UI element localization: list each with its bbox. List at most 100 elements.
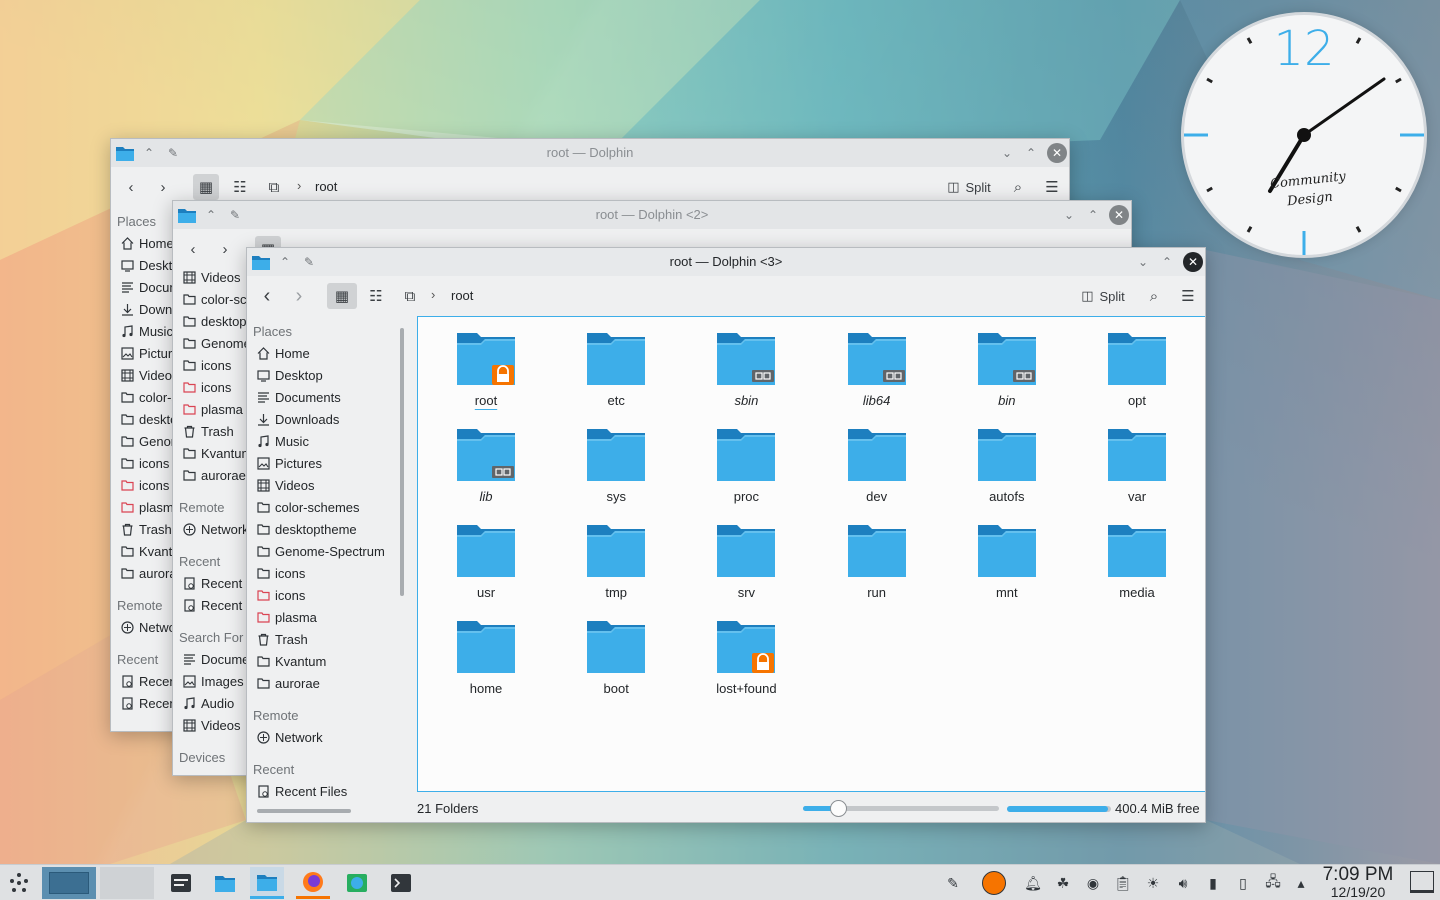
folder-item[interactable]: srv	[681, 523, 811, 600]
clipboard-icon[interactable]: 📋︎	[1114, 874, 1132, 892]
titlebar[interactable]: ⌃ ✎ root — Dolphin <2> ⌄ ⌃ ✕	[173, 201, 1131, 229]
notifications-icon[interactable]: 🔔︎	[1024, 874, 1042, 892]
zoom-slider-handle[interactable]	[830, 800, 848, 817]
back-button[interactable]: ‹	[119, 174, 143, 200]
minimize-button[interactable]: ⌄	[1059, 205, 1079, 225]
kde-connect-icon[interactable]: ☘	[1054, 874, 1072, 892]
folder-item[interactable]: media	[1072, 523, 1202, 600]
dolphin-task-icon[interactable]	[210, 867, 240, 899]
sidebar-item[interactable]: icons	[247, 563, 393, 585]
compact-view-button[interactable]: ☷	[361, 283, 391, 309]
close-button[interactable]: ✕	[1109, 205, 1129, 225]
sidebar-item[interactable]: plasma	[173, 399, 247, 421]
sidebar-item[interactable]: Trash	[247, 629, 393, 651]
show-desktop-button[interactable]	[1410, 871, 1434, 893]
sidebar-item[interactable]: Videos	[173, 267, 247, 289]
folder-item[interactable]: lib64	[812, 331, 942, 408]
sidebar-item[interactable]: Pictures	[247, 453, 393, 475]
dolphin-window-3[interactable]: ⌃ ✎ root — Dolphin <3> ⌄ ⌃ ✕ ‹ › ▦ ☷ ⧉ ›…	[246, 247, 1206, 823]
sidebar-item[interactable]: Images	[173, 671, 247, 693]
system-settings-task-icon[interactable]	[166, 867, 196, 899]
sidebar-item[interactable]: Genome-Spectrum	[247, 541, 393, 563]
maximize-button[interactable]: ⌃	[1021, 143, 1041, 163]
sidebar-item[interactable]: Home	[247, 343, 393, 365]
folder-item[interactable]: proc	[681, 427, 811, 504]
titlebar[interactable]: ⌃ ✎ root — Dolphin ⌄ ⌃ ✕	[111, 139, 1069, 167]
close-button[interactable]: ✕	[1183, 252, 1203, 272]
folder-item[interactable]: dev	[812, 427, 942, 504]
maximize-button[interactable]: ⌃	[1083, 205, 1103, 225]
sidebar-item[interactable]: icons	[247, 585, 393, 607]
volume-icon[interactable]: 🔊︎	[1174, 874, 1192, 892]
folder-item[interactable]: boot	[551, 619, 681, 696]
maximize-button[interactable]: ⌃	[1157, 252, 1177, 272]
folder-item[interactable]: etc	[551, 331, 681, 408]
titlebar[interactable]: ⌃ ✎ root — Dolphin <3> ⌄ ⌃ ✕	[247, 248, 1205, 276]
device-icon[interactable]: ▯	[1234, 874, 1252, 892]
color-swatch-icon[interactable]	[982, 871, 1006, 895]
icons-view-button[interactable]: ▦	[193, 174, 219, 200]
sidebar-item[interactable]: Recent Locations	[173, 595, 247, 617]
sidebar-item[interactable]: icons	[173, 377, 247, 399]
breadcrumb[interactable]: root	[315, 179, 337, 194]
folder-item[interactable]: bin	[942, 331, 1072, 408]
pager-desktop-1[interactable]	[42, 867, 96, 899]
sidebar-item[interactable]: Videos	[173, 715, 247, 737]
sidebar-item[interactable]: plasma	[247, 607, 393, 629]
sidebar-item[interactable]: Network	[173, 519, 247, 541]
split-button[interactable]: ◫ Split	[939, 174, 999, 200]
forward-button[interactable]: ›	[151, 174, 175, 200]
sidebar-item[interactable]: desktoptheme	[173, 311, 247, 333]
folder-item[interactable]: opt	[1072, 331, 1202, 408]
folder-view[interactable]: root etc sbin lib64 bin opt lib sys proc…	[417, 316, 1205, 792]
folder-item[interactable]: home	[421, 619, 551, 696]
folder-item[interactable]: sbin	[681, 331, 811, 408]
sidebar-item[interactable]: Trash	[173, 421, 247, 443]
close-button[interactable]: ✕	[1047, 143, 1067, 163]
sidebar-item[interactable]: Documents	[247, 387, 393, 409]
sidebar-item[interactable]: color-schemes	[173, 289, 247, 311]
network-tray-icon[interactable]: 🖧︎	[1264, 873, 1282, 892]
back-button[interactable]: ‹	[255, 283, 279, 309]
system-info-task-icon[interactable]	[342, 867, 372, 899]
firefox-task-icon[interactable]	[296, 867, 330, 899]
sidebar-item[interactable]: Recent Files	[247, 781, 393, 799]
sidebar-item[interactable]: Audio	[173, 693, 247, 715]
sidebar-item[interactable]: aurorae	[247, 673, 393, 695]
folder-item[interactable]: root	[421, 331, 551, 408]
sidebar-hscrollbar[interactable]	[257, 809, 351, 813]
menu-button[interactable]: ☰	[1039, 174, 1065, 200]
sidebar-item[interactable]: Downloads	[247, 409, 393, 431]
folder-item[interactable]: autofs	[942, 427, 1072, 504]
minimize-button[interactable]: ⌄	[1133, 252, 1153, 272]
folder-item[interactable]: var	[1072, 427, 1202, 504]
dolphin-active-task-icon[interactable]	[250, 867, 284, 899]
sidebar-item[interactable]: Recent Files	[173, 573, 247, 595]
sidebar-item[interactable]: Music	[247, 431, 393, 453]
analog-clock-widget[interactable]: 12 Community Design	[1181, 12, 1427, 258]
folder-item[interactable]: sys	[551, 427, 681, 504]
terminal-task-icon[interactable]	[386, 867, 416, 899]
folder-item[interactable]: usr	[421, 523, 551, 600]
icons-view-button[interactable]: ▦	[327, 283, 357, 309]
pager-desktop-2[interactable]	[100, 867, 154, 899]
search-button[interactable]: ⌕	[1005, 174, 1031, 200]
tray-expand-chevron-icon[interactable]: ▴	[1292, 874, 1310, 892]
color-picker-icon[interactable]: ✎	[944, 874, 962, 892]
folder-item[interactable]: lib	[421, 427, 551, 504]
night-color-icon[interactable]: ☀	[1144, 874, 1162, 892]
sidebar-item[interactable]: Documents	[173, 649, 247, 671]
folder-item[interactable]: mnt	[942, 523, 1072, 600]
sidebar-item[interactable]: Kvantum	[173, 443, 247, 465]
details-view-button[interactable]: ⧉	[261, 174, 287, 200]
details-view-button[interactable]: ⧉	[395, 283, 425, 309]
search-button[interactable]: ⌕	[1139, 283, 1169, 309]
split-button[interactable]: ◫ Split	[1073, 283, 1133, 309]
sidebar-item[interactable]: Videos	[247, 475, 393, 497]
sidebar-item[interactable]: Network	[247, 727, 393, 749]
sidebar-item[interactable]: desktoptheme	[247, 519, 393, 541]
sidebar-item[interactable]: Kvantum	[247, 651, 393, 673]
sidebar-item[interactable]: color-schemes	[247, 497, 393, 519]
updates-icon[interactable]: ◉	[1084, 874, 1102, 892]
back-button[interactable]: ‹	[181, 236, 205, 262]
